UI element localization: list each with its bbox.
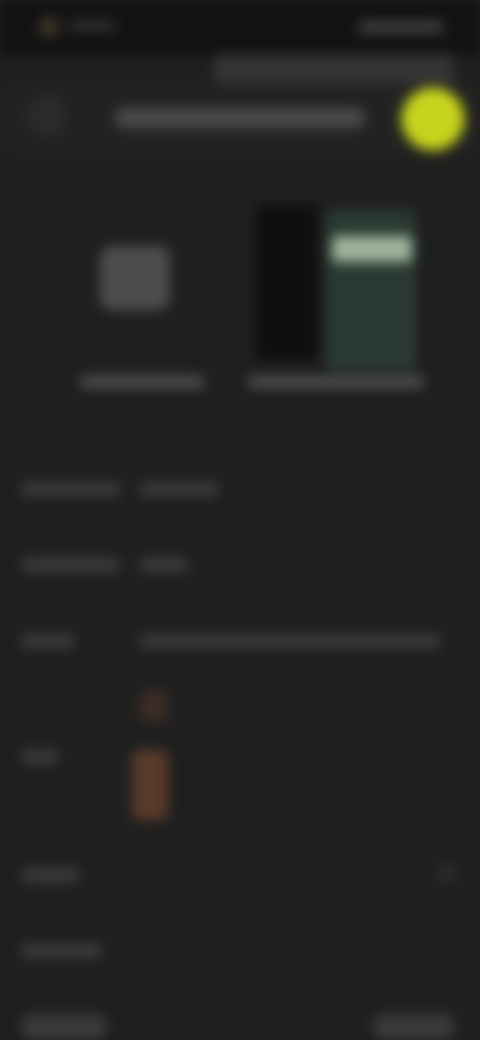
detail-label (22, 750, 58, 764)
media-thumbnail-left[interactable] (100, 246, 170, 310)
detail-row (22, 476, 458, 506)
avatar[interactable] (402, 88, 464, 150)
detail-label (22, 482, 120, 496)
detail-value (140, 482, 218, 496)
detail-row (22, 744, 458, 774)
media-thumbnail-right[interactable] (326, 210, 416, 370)
detail-label (22, 558, 120, 572)
back-button[interactable]: ‹ (26, 96, 66, 136)
bottom-action-button[interactable] (374, 1014, 454, 1040)
detail-label (22, 868, 80, 882)
detail-row (22, 628, 458, 658)
status-time (68, 20, 116, 32)
detail-row (22, 552, 458, 582)
detail-value (140, 634, 440, 648)
status-bar (0, 0, 480, 56)
detail-label (22, 634, 74, 648)
detail-row (22, 938, 458, 968)
bottom-left-label (22, 1014, 106, 1040)
detail-value (140, 558, 188, 572)
attachment-thumbnail[interactable] (140, 690, 168, 722)
status-indicators (358, 20, 444, 34)
status-app-icon (38, 16, 60, 38)
detail-label (22, 944, 102, 958)
header-title (116, 108, 364, 128)
attachment-thumbnail[interactable] (132, 750, 168, 820)
media-caption-right (248, 376, 424, 388)
media-thumbnail-middle[interactable] (256, 205, 318, 360)
chevron-right-icon (438, 864, 456, 882)
screen: ‹ (0, 0, 480, 1040)
notice-banner (214, 54, 454, 84)
detail-row[interactable] (22, 862, 458, 892)
media-caption-left (80, 376, 204, 388)
